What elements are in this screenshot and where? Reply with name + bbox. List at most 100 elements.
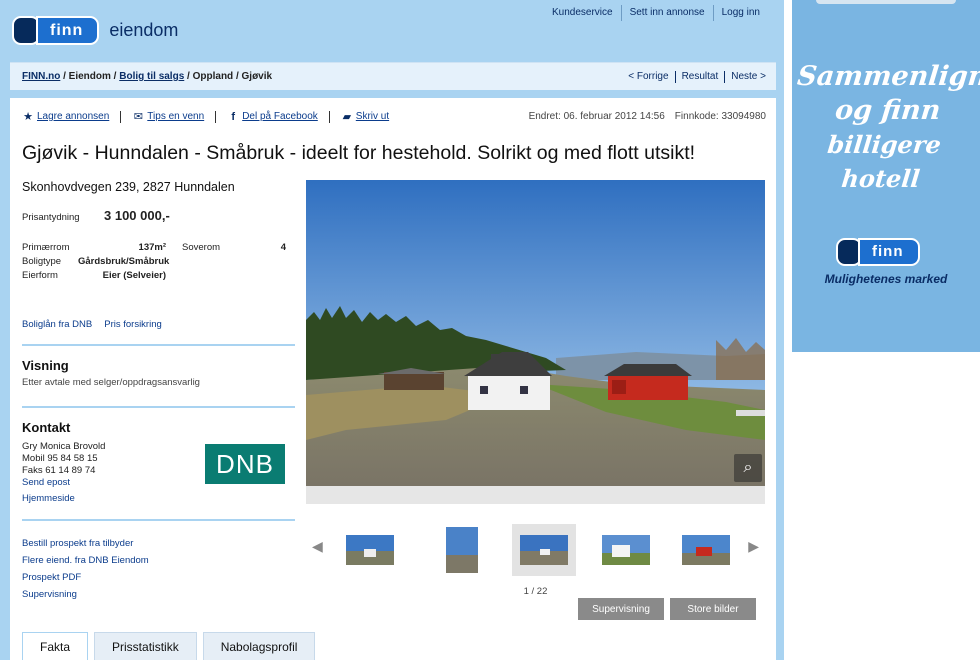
chevron-right-icon[interactable]: ▶	[748, 538, 759, 555]
boligtype-value: Gårdsbruk/Småbruk	[78, 256, 170, 267]
prospect-pdf-link[interactable]: Prospekt PDF	[22, 569, 295, 586]
tip-friend-link[interactable]: Tips en venn	[147, 111, 204, 122]
thumbnail-image	[602, 535, 650, 565]
finn-eiendom-logo[interactable]: finn eiendom	[12, 16, 178, 45]
result-pager: < Forrige Resultat Neste >	[622, 70, 772, 83]
action-bar: ★ Lagre annonsen ✉ Tips en venn f Del på…	[22, 110, 766, 123]
listing-details: Skonhovdvegen 239, 2827 Hunndalen Prisan…	[22, 180, 295, 603]
fact-row: Eierform Eier (Selveier)	[22, 269, 295, 283]
farm-photo	[306, 180, 765, 486]
section-divider	[22, 344, 295, 346]
breadcrumb-sep: /	[184, 71, 193, 82]
prospect-links: Bestill prospekt fra tilbyder Flere eien…	[22, 535, 295, 603]
listing-address: Skonhovdvegen 239, 2827 Hunndalen	[22, 180, 235, 194]
sett-inn-annonse-link[interactable]: Sett inn annonse	[620, 5, 713, 21]
chevron-left-icon[interactable]: ◀	[312, 538, 323, 555]
price-value: 3 100 000,-	[104, 208, 170, 223]
thumbnail-image	[682, 535, 730, 565]
star-icon: ★	[23, 111, 33, 123]
kontakt-section: Kontakt Gry Monica Brovold Mobil 95 84 5…	[22, 420, 295, 505]
save-ad-link[interactable]: Lagre annonsen	[37, 111, 109, 122]
breadcrumb-sep: /	[60, 71, 69, 82]
changed-label: Endret:	[528, 111, 561, 122]
section-divider	[22, 406, 295, 408]
envelope-icon: ✉	[133, 111, 143, 123]
print-link[interactable]: Skriv ut	[356, 111, 389, 122]
price-label: Prisantydning	[22, 212, 80, 223]
boliglan-link[interactable]: Boliglån fra DNB	[22, 319, 92, 330]
printer-icon: ▰	[342, 111, 352, 123]
homepage-link[interactable]: Hjemmeside	[22, 493, 295, 505]
thumbnail[interactable]	[674, 524, 738, 576]
listing-meta: Endret: 06. februar 2012 14:56 Finnkode:…	[529, 111, 766, 122]
ad-top-strip	[816, 0, 956, 4]
kontakt-heading: Kontakt	[22, 420, 71, 435]
store-bilder-button[interactable]: Store bilder	[670, 598, 756, 620]
top-links: Kundeservice Sett inn annonse Logg inn	[544, 5, 768, 21]
ad-headline: Sammenlign og finn billigere hotell	[792, 60, 980, 196]
finance-links: Boliglån fra DNB Pris forsikring	[22, 319, 295, 330]
primaerrom-label: Primærrom	[22, 242, 70, 253]
pris-forsikring-link[interactable]: Pris forsikring	[104, 319, 162, 330]
thumbnail[interactable]	[338, 524, 402, 576]
site-header: finn eiendom Kundeservice Sett inn annon…	[0, 0, 784, 62]
price-row: Prisantydning 3 100 000,-	[22, 208, 295, 223]
save-ad-action[interactable]: ★ Lagre annonsen	[22, 110, 109, 123]
more-listings-link[interactable]: Flere eiend. fra DNB Eiendom	[22, 552, 295, 569]
kundeservice-link[interactable]: Kundeservice	[544, 5, 621, 21]
thumbnail-image	[346, 535, 394, 565]
previous-link[interactable]: < Forrige	[622, 71, 674, 83]
fact-row: Primærrom 137m² Soverom 4	[22, 241, 295, 255]
page-frame: finn eiendom Kundeservice Sett inn annon…	[0, 0, 784, 660]
breadcrumb-finn[interactable]: FINN.no	[22, 71, 60, 82]
soverom-value: 4	[280, 242, 286, 253]
finn-logo: finn	[12, 16, 100, 45]
ad-finn-logo: finn	[836, 238, 920, 266]
facebook-icon: f	[231, 110, 236, 123]
thumbnail[interactable]	[594, 524, 658, 576]
breadcrumb-sep: /	[233, 71, 242, 82]
tab-nabolagsprofil[interactable]: Nabolagsprofil	[202, 632, 316, 660]
finn-logo-word: finn	[858, 238, 920, 266]
tab-fakta[interactable]: Fakta	[22, 632, 89, 660]
print-action[interactable]: ▰ Skriv ut	[341, 110, 390, 123]
breadcrumb-sep: /	[110, 71, 120, 82]
eierform-value: Eier (Selveier)	[102, 270, 166, 281]
changed-value: 06. februar 2012 14:56	[563, 111, 665, 122]
hotel-ad-banner[interactable]: Sammenlign og finn billigere hotell finn…	[792, 0, 980, 352]
thumbnail-selected[interactable]	[512, 524, 576, 576]
logg-inn-link[interactable]: Logg inn	[712, 5, 768, 21]
detail-tabs: Fakta Prisstatistikk Nabolagsprofil	[22, 632, 321, 660]
photo-caption-bar	[306, 486, 765, 504]
action-divider	[328, 110, 330, 123]
key-facts: Primærrom 137m² Soverom 4 Boligtype Gård…	[22, 241, 295, 283]
finnkode-label: Finnkode:	[674, 111, 719, 122]
dnb-logo[interactable]: DNB	[205, 444, 285, 484]
boligtype-label: Boligtype	[22, 256, 62, 267]
ad-slogan: Mulighetenes marked	[824, 272, 948, 286]
order-prospect-link[interactable]: Bestill prospekt fra tilbyder	[22, 535, 295, 552]
thumbnail-strip: ◀ ▶	[306, 520, 765, 576]
facebook-share-action[interactable]: f Del på Facebook	[227, 110, 318, 123]
main-photo[interactable]: ⌕	[306, 180, 765, 486]
supervisning-link[interactable]: Supervisning	[22, 586, 295, 603]
eierform-label: Eierform	[22, 270, 58, 281]
finnkode-value: 33094980	[721, 111, 767, 122]
breadcrumb-eiendom: Eiendom	[68, 71, 111, 82]
breadcrumb-bolig-til-salgs[interactable]: Bolig til salgs	[119, 71, 184, 82]
results-link[interactable]: Resultat	[674, 70, 725, 83]
next-link[interactable]: Neste >	[724, 70, 772, 83]
tip-friend-action[interactable]: ✉ Tips en venn	[132, 110, 205, 123]
breadcrumb-bar: FINN.no / Eiendom / Bolig til salgs / Op…	[10, 62, 776, 90]
tab-prisstatistikk[interactable]: Prisstatistikk	[94, 632, 197, 660]
ad-line: og finn	[833, 95, 943, 126]
section-divider	[22, 519, 295, 521]
thumbnail-image	[446, 527, 478, 573]
facebook-share-link[interactable]: Del på Facebook	[242, 111, 318, 122]
breadcrumb: FINN.no / Eiendom / Bolig til salgs / Op…	[22, 71, 272, 82]
thumbnail[interactable]	[430, 524, 494, 576]
supervisning-button[interactable]: Supervisning	[578, 598, 664, 620]
zoom-icon[interactable]: ⌕	[734, 454, 762, 482]
visning-section: Visning Etter avtale med selger/oppdrags…	[22, 358, 295, 388]
thumbnail-image	[520, 535, 568, 565]
